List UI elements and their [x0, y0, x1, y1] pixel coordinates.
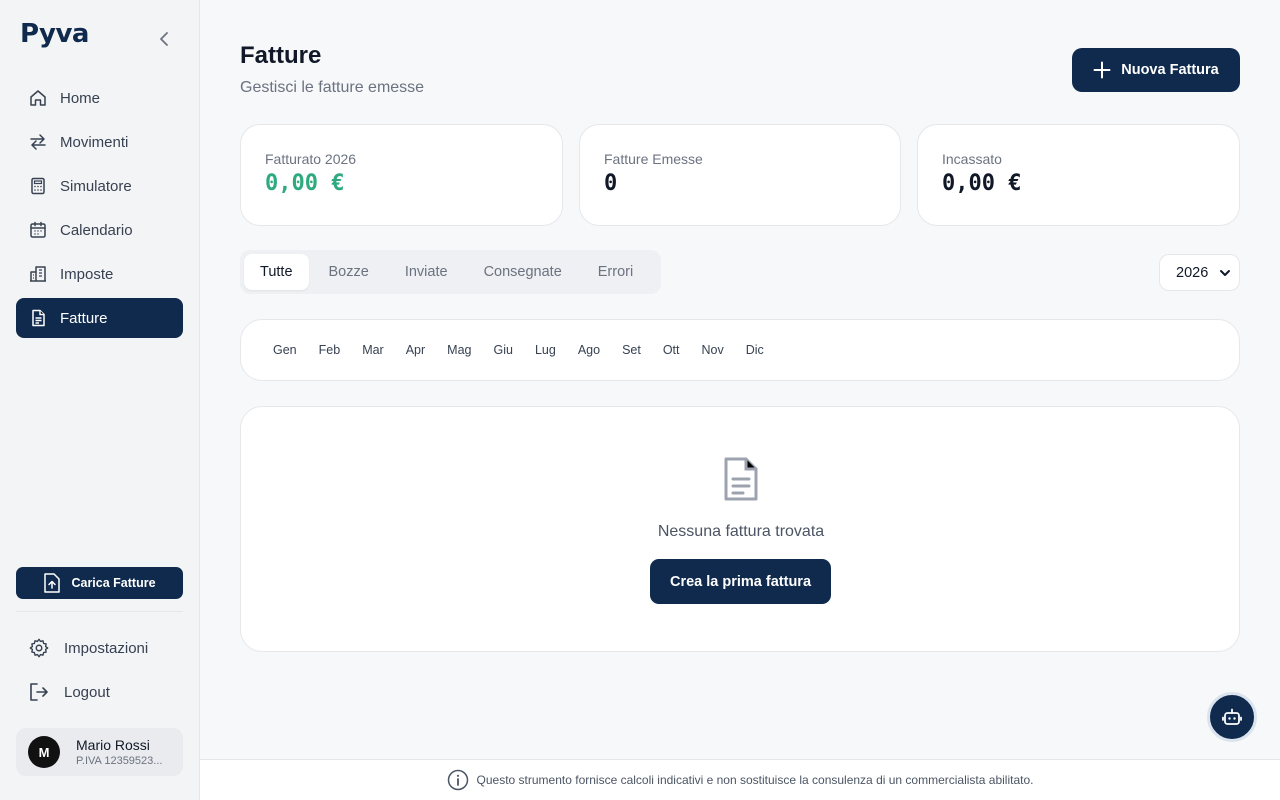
empty-state-message: Nessuna fattura trovata: [657, 523, 825, 540]
month-nov[interactable]: Nov: [692, 337, 734, 363]
sidebar-item-label: Simulatore: [60, 177, 132, 195]
sidebar-item-movimenti[interactable]: Movimenti: [16, 122, 183, 162]
month-mar[interactable]: Mar: [352, 337, 394, 363]
page-subtitle: Gestisci le fatture emesse: [240, 79, 425, 96]
stat-value: 0,00 €: [942, 171, 1022, 196]
sidebar: Pyva Home Movimenti Simulatore Calendari…: [0, 0, 200, 800]
month-giu[interactable]: Giu: [484, 337, 523, 363]
sidebar-divider: [16, 611, 183, 612]
sidebar-item-home[interactable]: Home: [16, 78, 183, 118]
arrows-icon: [28, 132, 48, 152]
new-invoice-button[interactable]: Nuova Fattura: [1072, 48, 1240, 92]
sidebar-item-fatture[interactable]: Fatture: [16, 298, 183, 338]
sidebar-item-label: Movimenti: [60, 133, 129, 151]
upload-invoices-label: Carica Fatture: [71, 576, 156, 590]
robot-icon: [1222, 708, 1242, 725]
month-mag[interactable]: Mag: [437, 337, 481, 363]
new-invoice-label: Nuova Fattura: [1121, 62, 1219, 78]
sidebar-item-label: Calendario: [60, 221, 133, 239]
month-ago[interactable]: Ago: [568, 337, 610, 363]
month-feb[interactable]: Feb: [309, 337, 351, 363]
stat-label: Incassato: [942, 151, 1002, 167]
sidebar-item-label: Imposte: [60, 265, 114, 283]
sidebar-item-label: Fatture: [60, 309, 108, 327]
calendar-icon: [28, 220, 48, 240]
sidebar-item-imposte[interactable]: Imposte: [16, 254, 183, 294]
create-first-invoice-button[interactable]: Crea la prima fattura: [650, 559, 831, 604]
sidebar-item-calendario[interactable]: Calendario: [16, 210, 183, 250]
stat-label: Fatture Emesse: [604, 151, 703, 167]
logo[interactable]: Pyva: [20, 16, 89, 52]
assistant-button[interactable]: [1207, 692, 1257, 742]
collapse-sidebar-button[interactable]: [154, 28, 176, 50]
disclaimer-footer: Questo strumento fornisce calcoli indica…: [200, 759, 1280, 800]
month-apr[interactable]: Apr: [396, 337, 435, 363]
info-icon: [447, 769, 469, 791]
sidebar-nav: Home Movimenti Simulatore Calendario Imp…: [16, 78, 183, 342]
file-upload-icon: [43, 573, 61, 593]
stat-card-collected: Incassato 0,00 €: [917, 124, 1240, 226]
user-info: Mario Rossi P.IVA 12359523...: [76, 737, 162, 767]
document-icon: [720, 455, 762, 508]
logout-label: Logout: [64, 683, 110, 701]
month-gen[interactable]: Gen: [263, 337, 307, 363]
page-title: Fatture: [240, 42, 322, 69]
stat-value: 0,00 €: [265, 171, 345, 196]
disclaimer-text: Questo strumento fornisce calcoli indica…: [476, 773, 1034, 787]
status-tabs: Tutte Bozze Inviate Consegnate Errori: [240, 250, 661, 294]
month-filter: Gen Feb Mar Apr Mag Giu Lug Ago Set Ott …: [240, 319, 1240, 381]
month-dic[interactable]: Dic: [736, 337, 774, 363]
tab-consegnate[interactable]: Consegnate: [468, 254, 578, 290]
tab-inviate[interactable]: Inviate: [389, 254, 464, 290]
year-select[interactable]: 2026: [1159, 254, 1240, 291]
tab-bozze[interactable]: Bozze: [313, 254, 385, 290]
chevron-down-icon: [1219, 267, 1231, 279]
user-name: Mario Rossi: [76, 737, 150, 753]
gear-icon: [28, 637, 52, 659]
stat-card-issued: Fatture Emesse 0: [579, 124, 901, 226]
home-icon: [28, 88, 48, 108]
logout-icon: [28, 681, 52, 703]
logout-link[interactable]: Logout: [28, 680, 110, 704]
empty-state: Nessuna fattura trovata Crea la prima fa…: [240, 406, 1240, 652]
stat-value: 0: [604, 171, 618, 196]
avatar: M: [28, 736, 60, 768]
sidebar-item-simulatore[interactable]: Simulatore: [16, 166, 183, 206]
upload-invoices-button[interactable]: Carica Fatture: [16, 567, 183, 599]
stat-card-revenue: Fatturato 2026 0,00 €: [240, 124, 563, 226]
logo-text: Pyva: [20, 19, 89, 49]
chevron-left-icon: [160, 32, 168, 46]
building-icon: [28, 264, 48, 284]
plus-icon: [1093, 61, 1111, 79]
tab-errori[interactable]: Errori: [582, 254, 649, 290]
month-ott[interactable]: Ott: [653, 337, 690, 363]
user-vat: P.IVA 12359523...: [76, 755, 163, 767]
year-select-value: 2026: [1176, 264, 1209, 281]
settings-label: Impostazioni: [64, 639, 149, 657]
settings-link[interactable]: Impostazioni: [28, 636, 148, 660]
stat-label: Fatturato 2026: [265, 151, 357, 167]
month-lug[interactable]: Lug: [525, 337, 566, 363]
tab-tutte[interactable]: Tutte: [244, 254, 309, 290]
sidebar-item-label: Home: [60, 89, 101, 107]
calculator-icon: [28, 176, 48, 196]
month-set[interactable]: Set: [612, 337, 651, 363]
user-profile[interactable]: M Mario Rossi P.IVA 12359523...: [16, 728, 183, 776]
document-icon: [28, 308, 48, 328]
